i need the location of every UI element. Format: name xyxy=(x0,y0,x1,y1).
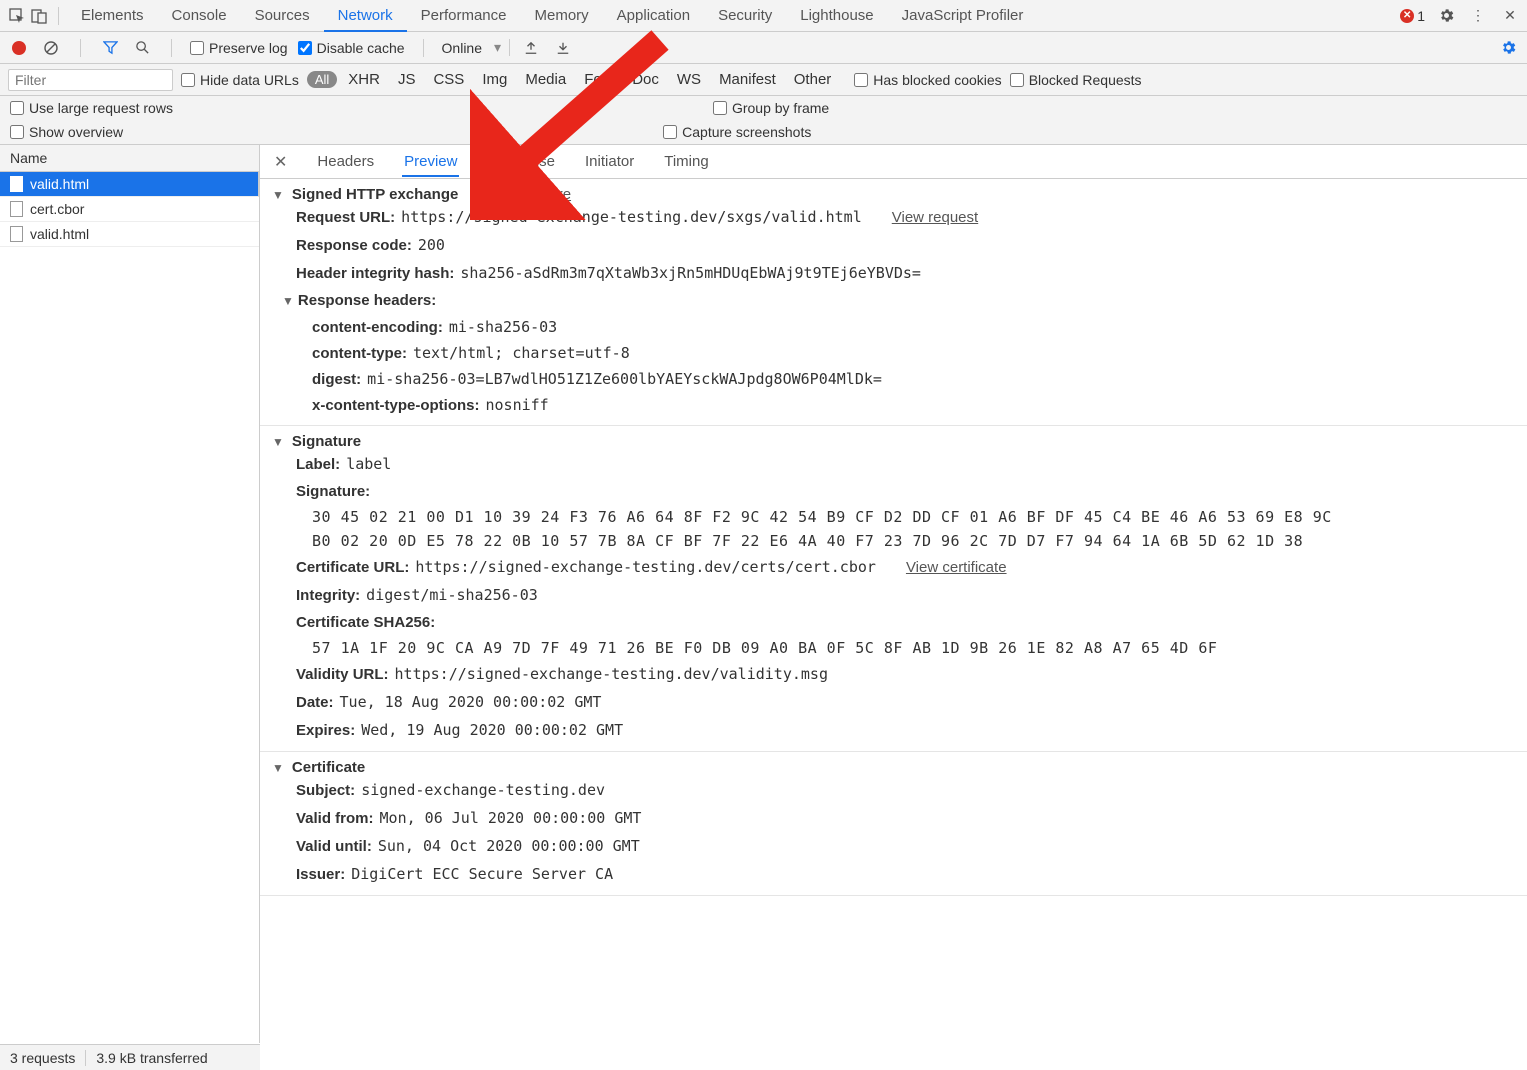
status-bar: 3 requests 3.9 kB transferred xyxy=(0,1044,260,1070)
document-icon xyxy=(10,226,23,242)
tab-memory[interactable]: Memory xyxy=(521,1,603,30)
type-xhr[interactable]: XHR xyxy=(345,71,383,88)
view-request-link[interactable]: View request xyxy=(892,209,978,226)
collapse-icon[interactable]: ▼ xyxy=(272,435,284,449)
tab-sources[interactable]: Sources xyxy=(241,1,324,30)
tab-performance[interactable]: Performance xyxy=(407,1,521,30)
type-media[interactable]: Media xyxy=(522,71,569,88)
document-icon xyxy=(10,176,23,192)
error-icon: ✕ xyxy=(1400,9,1414,23)
more-icon[interactable]: ⋮ xyxy=(1467,5,1489,27)
filter-input[interactable] xyxy=(8,69,173,91)
detail-tab-preview[interactable]: Preview xyxy=(402,148,459,177)
request-item[interactable]: valid.html xyxy=(0,172,259,197)
blocked-requests-checkbox[interactable]: Blocked Requests xyxy=(1010,72,1142,88)
response-code-label: Response code: xyxy=(296,237,412,254)
type-ws[interactable]: WS xyxy=(674,71,704,88)
request-item[interactable]: valid.html xyxy=(0,222,259,247)
close-icon[interactable]: ✕ xyxy=(1499,5,1521,27)
request-list: Name valid.html cert.cbor valid.html xyxy=(0,145,260,1043)
view-certificate-link[interactable]: View certificate xyxy=(906,559,1007,576)
search-icon[interactable] xyxy=(131,37,153,59)
download-icon[interactable] xyxy=(552,37,574,59)
type-doc[interactable]: Doc xyxy=(629,71,662,88)
settings-icon[interactable] xyxy=(1435,5,1457,27)
type-css[interactable]: CSS xyxy=(430,71,467,88)
tab-javascript-profiler[interactable]: JavaScript Profiler xyxy=(888,1,1038,30)
close-detail-icon[interactable]: ✕ xyxy=(268,152,293,172)
filter-icon[interactable] xyxy=(99,37,121,59)
detail-pane: ✕ HeadersPreviewResponseInitiatorTiming … xyxy=(260,145,1527,1043)
detail-tab-timing[interactable]: Timing xyxy=(662,148,710,176)
group-frame-checkbox[interactable]: Group by frame xyxy=(713,100,829,116)
show-overview-checkbox[interactable]: Show overview xyxy=(10,124,123,140)
type-img[interactable]: Img xyxy=(479,71,510,88)
detail-tab-initiator[interactable]: Initiator xyxy=(583,148,636,176)
clear-icon[interactable] xyxy=(40,37,62,59)
tab-console[interactable]: Console xyxy=(158,1,241,30)
capture-screenshots-checkbox[interactable]: Capture screenshots xyxy=(663,124,811,140)
type-all[interactable]: All xyxy=(307,71,337,88)
header-integrity-value: sha256-aSdRm3m7qXtaWb3xjRn5mHDUqEbWAj9t9… xyxy=(460,264,921,282)
request-count: 3 requests xyxy=(10,1050,75,1066)
device-toggle-icon[interactable] xyxy=(28,5,50,27)
tab-application[interactable]: Application xyxy=(603,1,704,30)
detail-tab-response[interactable]: Response xyxy=(485,148,557,176)
request-name: valid.html xyxy=(30,226,89,242)
request-list-header[interactable]: Name xyxy=(0,145,259,172)
filter-toolbar: Hide data URLs All XHR JS CSS Img Media Font D… xyxy=(0,64,1527,96)
response-code-value: 200 xyxy=(418,236,445,254)
main-toolbar: ElementsConsoleSourcesNetworkPerformance… xyxy=(0,0,1527,32)
signature-hex: B0 02 20 0D E5 78 22 0B 10 57 7B 8A CF B… xyxy=(272,529,1515,553)
type-js[interactable]: JS xyxy=(395,71,419,88)
sxg-title: Signed HTTP exchange xyxy=(292,186,458,203)
type-other[interactable]: Other xyxy=(791,71,835,88)
network-toolbar: Preserve log Disable cache Online▾ xyxy=(0,32,1527,64)
type-font[interactable]: Font xyxy=(581,71,617,88)
collapse-icon[interactable]: ▼ xyxy=(272,761,284,775)
settings-rows: Use large request rows Group by frame Sh… xyxy=(0,96,1527,145)
request-name: valid.html xyxy=(30,176,89,192)
request-name: cert.cbor xyxy=(30,201,84,217)
signature-hex: 30 45 02 21 00 D1 10 39 24 F3 76 A6 64 8… xyxy=(272,505,1515,529)
upload-icon[interactable] xyxy=(520,37,542,59)
certificate-title: Certificate xyxy=(292,759,365,776)
tab-network[interactable]: Network xyxy=(324,1,407,32)
header-integrity-label: Header integrity hash: xyxy=(296,265,454,282)
inspect-icon[interactable] xyxy=(6,5,28,27)
request-item[interactable]: cert.cbor xyxy=(0,197,259,222)
response-headers-title: Response headers: xyxy=(298,292,436,309)
tab-elements[interactable]: Elements xyxy=(67,1,158,30)
detail-tab-headers[interactable]: Headers xyxy=(315,148,376,176)
collapse-icon[interactable]: ▼ xyxy=(272,188,284,202)
error-badge[interactable]: ✕1 xyxy=(1400,8,1425,24)
tab-lighthouse[interactable]: Lighthouse xyxy=(786,1,887,30)
preserve-log-checkbox[interactable]: Preserve log xyxy=(190,40,288,56)
record-icon[interactable] xyxy=(8,37,30,59)
collapse-icon[interactable]: ▼ xyxy=(282,294,294,308)
transferred-size: 3.9 kB transferred xyxy=(96,1050,207,1066)
detail-tabs: ✕ Headers Preview Response Initiator Timing xyxy=(260,145,1527,179)
type-manifest[interactable]: Manifest xyxy=(716,71,779,88)
large-rows-checkbox[interactable]: Use large request rows xyxy=(10,100,173,116)
network-settings-icon[interactable] xyxy=(1497,37,1519,59)
request-url-value: https://signed-exchange-testing.dev/sxgs… xyxy=(401,208,862,226)
hide-data-urls-checkbox[interactable]: Hide data URLs xyxy=(181,72,299,88)
throttling-select[interactable]: Online▾ xyxy=(442,39,511,56)
disable-cache-checkbox[interactable]: Disable cache xyxy=(298,40,405,56)
cert-sha-hex: 57 1A 1F 20 9C CA A9 7D 7F 49 71 26 BE F… xyxy=(272,636,1515,660)
learn-more-link[interactable]: Learn more xyxy=(494,186,571,203)
document-icon xyxy=(10,201,23,217)
request-url-label: Request URL: xyxy=(296,209,395,226)
tab-security[interactable]: Security xyxy=(704,1,786,30)
has-blocked-cookies-checkbox[interactable]: Has blocked cookies xyxy=(854,72,1001,88)
signature-title: Signature xyxy=(292,433,361,450)
